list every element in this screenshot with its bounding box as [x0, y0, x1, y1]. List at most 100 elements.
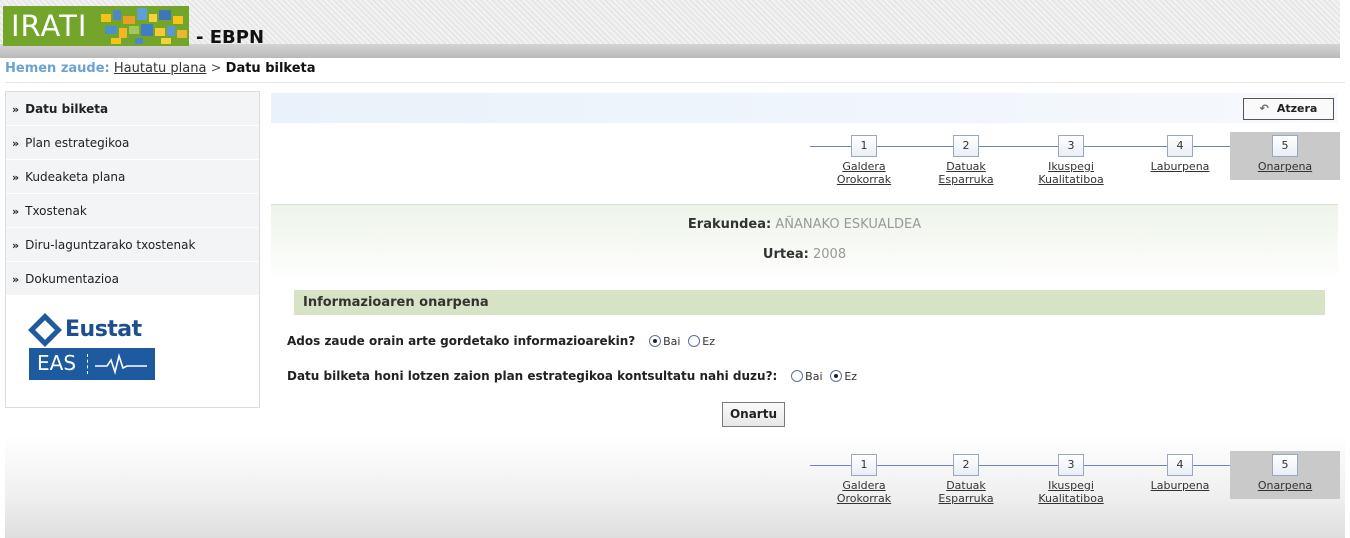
question-agree: Ados zaude orain arte gordetako informaz…: [287, 334, 715, 348]
sidebar-item-label: Plan estrategikoa: [25, 136, 130, 150]
sidebar-item-label: Diru-laguntzarako txostenak: [25, 238, 196, 252]
question-consult-plan: Datu bilketa honi lotzen zaion plan estr…: [287, 369, 857, 383]
step-label-line1: Datuak: [946, 160, 986, 173]
step-number: 3: [1058, 135, 1084, 157]
sidebar-item-label: Txostenak: [25, 204, 87, 218]
sidebar-item-datu-bilketa[interactable]: » Datu bilketa: [6, 92, 259, 126]
year-value: 2008: [813, 247, 847, 262]
main-toolbar: ↶ Atzera: [271, 93, 1338, 123]
year-label: Urtea:: [762, 247, 809, 262]
step-number: 3: [1058, 454, 1084, 476]
step-label-line2: Orokorrak: [836, 173, 892, 186]
sidebar-item-label: Dokumentazioa: [25, 272, 119, 286]
question-text: Ados zaude orain arte gordetako informaz…: [287, 334, 636, 348]
step-number: 2: [953, 135, 979, 157]
eas-divider: [87, 354, 88, 374]
step-number: 1: [851, 454, 877, 476]
step-label-line2: Kualitatiboa: [1038, 173, 1104, 186]
irati-logo: IRATI: [3, 6, 189, 46]
double-chevron-icon: »: [12, 239, 20, 252]
step-label-line1: Galdera: [842, 479, 886, 492]
sidebar-item-plan-estrategikoa[interactable]: » Plan estrategikoa: [6, 126, 259, 160]
eustat-wordmark: Eustat: [65, 317, 142, 342]
radio-label-no: Ez: [844, 370, 858, 383]
step-number: 4: [1167, 135, 1193, 157]
logo-mosaic-icon: [101, 8, 189, 46]
radio-label-yes: Bai: [663, 335, 681, 348]
step-label-line1: Onarpena: [1257, 160, 1313, 173]
wizard-steps-bottom: 1 Galdera Orokorrak 2 Datuak Esparruka 3…: [810, 451, 1340, 515]
step-number: 4: [1167, 454, 1193, 476]
wizard-steps-top: 1 Galdera Orokorrak 2 Datuak Esparruka 3…: [810, 132, 1340, 196]
radio-consult-no[interactable]: [830, 370, 843, 382]
accept-button[interactable]: Onartu: [722, 402, 785, 427]
radio-agree-yes[interactable]: [649, 335, 662, 347]
eustat-logo-bottom: EAS: [29, 348, 155, 380]
wizard-step-5[interactable]: 5 Onarpena: [1239, 132, 1331, 173]
wizard-step-2[interactable]: 2 Datuak Esparruka: [920, 132, 1012, 186]
wizard-step-1[interactable]: 1 Galdera Orokorrak: [818, 132, 910, 186]
breadcrumb-link-hautatu-plana[interactable]: Hautatu plana: [114, 61, 207, 76]
radio-agree-no[interactable]: [688, 335, 701, 347]
step-number: 2: [953, 454, 979, 476]
wizard-step-5[interactable]: 5 Onarpena: [1239, 451, 1331, 492]
sidebar: » Datu bilketa » Plan estrategikoa » Kudeak…: [5, 91, 260, 408]
step-label-line1: Galdera: [842, 160, 886, 173]
step-label-line2: Esparruka: [938, 173, 994, 186]
sidebar-item-dokumentazioa[interactable]: » Dokumentazioa: [6, 262, 259, 296]
sidebar-item-label: Datu bilketa: [25, 102, 109, 116]
sidebar-item-kudeaketa-plana[interactable]: » Kudeaketa plana: [6, 160, 259, 194]
wizard-step-4[interactable]: 4 Laburpena: [1134, 132, 1226, 173]
step-label-line1: Laburpena: [1150, 160, 1210, 173]
step-label-line1: Laburpena: [1150, 479, 1210, 492]
pulse-icon: [95, 353, 147, 375]
radio-label-no: Ez: [702, 335, 715, 348]
step-number: 5: [1272, 454, 1298, 476]
breadcrumb-label: Hemen zaude:: [5, 61, 110, 76]
app-suffix: - EBPN: [196, 27, 265, 48]
wizard-step-2[interactable]: 2 Datuak Esparruka: [920, 451, 1012, 505]
sidebar-item-txostenak[interactable]: » Txostenak: [6, 194, 259, 228]
breadcrumb: Hemen zaude: Hautatu plana > Datu bilket…: [5, 59, 316, 79]
section-title: Informazioaren onarpena: [294, 290, 1325, 315]
wizard-step-4[interactable]: 4 Laburpena: [1134, 451, 1226, 492]
info-panel: [271, 204, 1338, 284]
year-row: Urtea: 2008: [271, 247, 1338, 262]
logo-text: IRATI: [11, 9, 88, 43]
step-label-line1: Ikuspegi: [1048, 160, 1094, 173]
breadcrumb-divider: [5, 82, 1345, 83]
step-number: 1: [851, 135, 877, 157]
double-chevron-icon: »: [12, 171, 20, 184]
back-button[interactable]: ↶ Atzera: [1243, 98, 1334, 120]
double-chevron-icon: »: [12, 137, 20, 150]
breadcrumb-separator: >: [210, 61, 222, 76]
step-label-line2: Esparruka: [938, 492, 994, 505]
step-label-line1: Ikuspegi: [1048, 479, 1094, 492]
back-button-label: Atzera: [1276, 102, 1318, 115]
wizard-step-1[interactable]: 1 Galdera Orokorrak: [818, 451, 910, 505]
eustat-logo-top: Eustat: [28, 313, 155, 347]
back-arrow-icon: ↶: [1259, 102, 1269, 115]
sidebar-item-label: Kudeaketa plana: [25, 170, 126, 184]
organization-row: Erakundea: AÑANAKO ESKUALDEA: [271, 217, 1338, 232]
question-text: Datu bilketa honi lotzen zaion plan estr…: [287, 369, 778, 383]
header-bar: IRATI - EBPN: [0, 0, 1340, 58]
wizard-step-3[interactable]: 3 Ikuspegi Kualitatiboa: [1025, 132, 1117, 186]
double-chevron-icon: »: [12, 103, 20, 116]
double-chevron-icon: »: [12, 273, 20, 286]
breadcrumb-current: Datu bilketa: [225, 61, 316, 76]
wizard-step-3[interactable]: 3 Ikuspegi Kualitatiboa: [1025, 451, 1117, 505]
sidebar-item-diru-laguntzarako-txostenak[interactable]: » Diru-laguntzarako txostenak: [6, 228, 259, 262]
step-label-line2: Orokorrak: [836, 492, 892, 505]
organization-label: Erakundea:: [687, 217, 772, 232]
double-chevron-icon: »: [12, 205, 20, 218]
eas-wordmark: EAS: [37, 351, 77, 375]
step-label-line2: Kualitatiboa: [1038, 492, 1104, 505]
step-label-line1: Datuak: [946, 479, 986, 492]
radio-label-yes: Bai: [805, 370, 823, 383]
step-number: 5: [1272, 135, 1298, 157]
eustat-logo[interactable]: Eustat EAS: [28, 313, 155, 380]
eustat-diamond-icon: [28, 313, 62, 347]
organization-value: AÑANAKO ESKUALDEA: [775, 217, 922, 232]
radio-consult-yes[interactable]: [791, 370, 804, 382]
